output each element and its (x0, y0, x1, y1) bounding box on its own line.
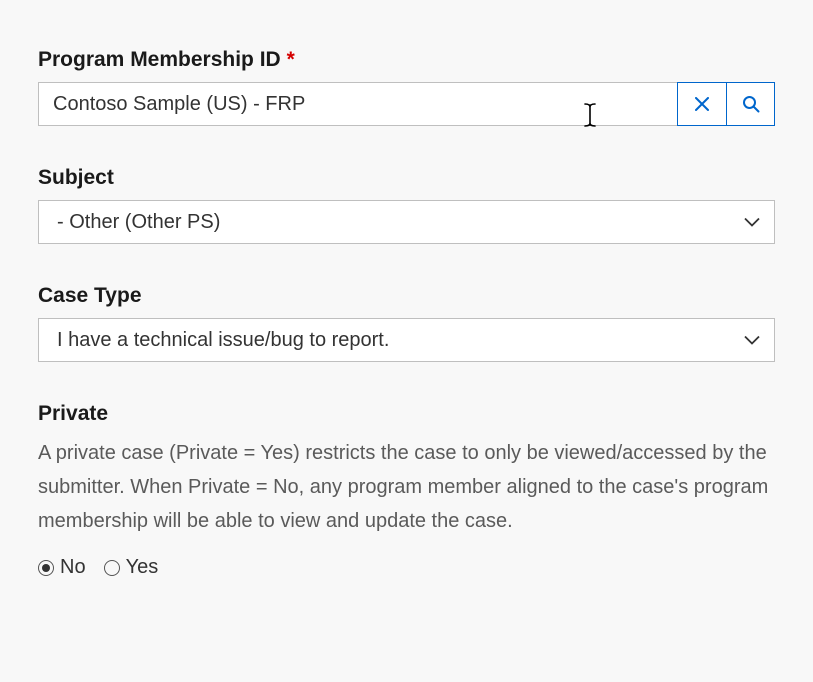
private-field: Private A private case (Private = Yes) r… (38, 402, 775, 579)
private-radio-yes[interactable]: Yes (104, 556, 159, 579)
private-radio-yes-label: Yes (126, 556, 159, 579)
chevron-down-icon (744, 329, 760, 352)
radio-icon (104, 560, 120, 576)
subject-selected-value: - Other (Other PS) (57, 211, 220, 234)
case-type-field: Case Type I have a technical issue/bug t… (38, 284, 775, 362)
private-radio-no[interactable]: No (38, 556, 86, 579)
program-membership-lookup (38, 82, 775, 126)
program-membership-label-text: Program Membership ID (38, 48, 281, 71)
search-icon (742, 95, 760, 113)
private-label: Private (38, 402, 775, 426)
subject-label: Subject (38, 166, 775, 190)
private-radio-group: No Yes (38, 556, 775, 579)
private-radio-no-label: No (60, 556, 86, 579)
case-type-label: Case Type (38, 284, 775, 308)
case-type-selected-value: I have a technical issue/bug to report. (57, 329, 389, 352)
subject-field: Subject - Other (Other PS) (38, 166, 775, 244)
chevron-down-icon (744, 211, 760, 234)
clear-button[interactable] (677, 82, 726, 126)
required-asterisk: * (287, 48, 295, 71)
search-button[interactable] (726, 82, 775, 126)
subject-select[interactable]: - Other (Other PS) (38, 200, 775, 244)
close-icon (695, 97, 709, 111)
program-membership-input[interactable] (38, 82, 677, 126)
radio-icon (38, 560, 54, 576)
private-help-text: A private case (Private = Yes) restricts… (38, 436, 775, 538)
case-type-select[interactable]: I have a technical issue/bug to report. (38, 318, 775, 362)
program-membership-field: Program Membership ID * (38, 48, 775, 126)
program-membership-label: Program Membership ID * (38, 48, 775, 72)
